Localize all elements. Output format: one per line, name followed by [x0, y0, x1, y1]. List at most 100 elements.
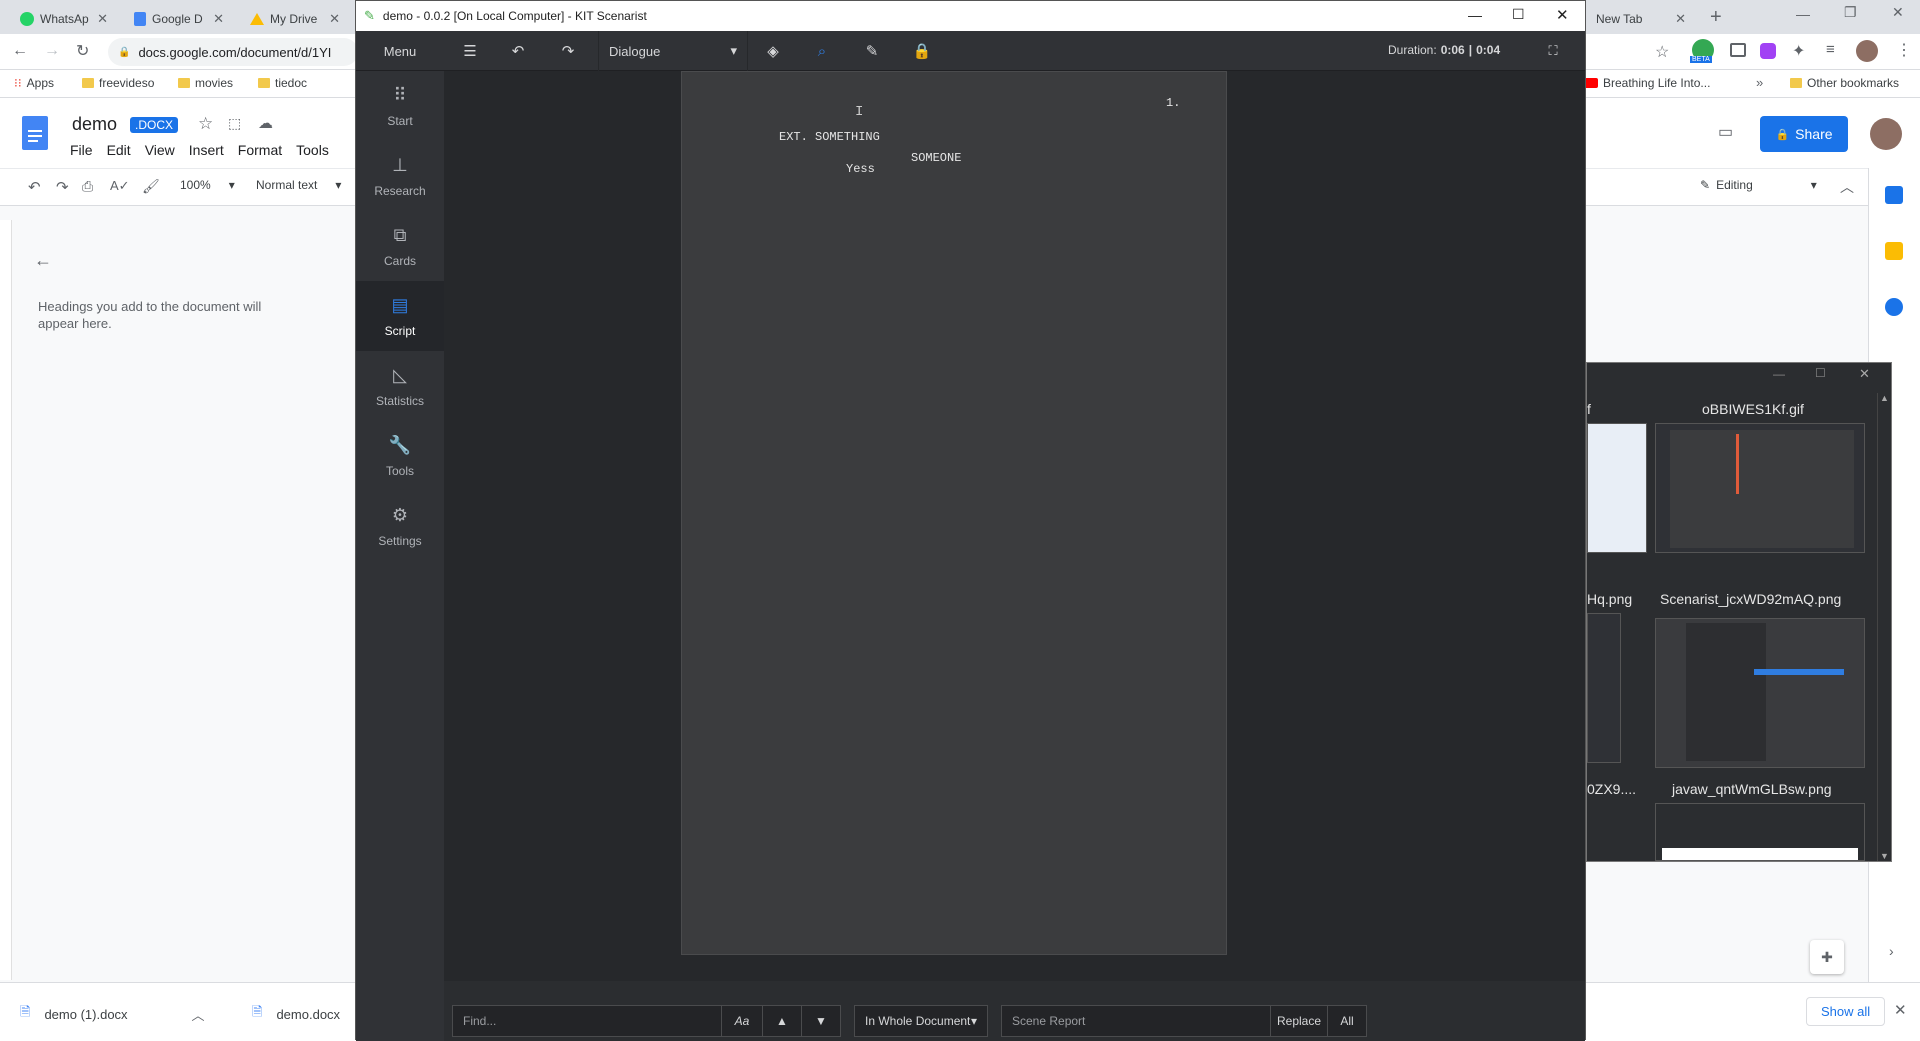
close-icon[interactable]: ✕: [1675, 11, 1686, 27]
list-icon[interactable]: ☰: [453, 37, 487, 65]
forward-icon[interactable]: →: [44, 42, 60, 60]
docs-logo-icon[interactable]: [22, 116, 48, 150]
editing-mode-select[interactable]: ✎ Editing ▾: [1700, 178, 1817, 192]
close-window-icon[interactable]: ✕: [1556, 6, 1569, 24]
menu-format[interactable]: Format: [238, 142, 282, 158]
block-type-select[interactable]: Dialogue ▾: [598, 31, 748, 71]
download-item[interactable]: 🗎 demo.docx: [252, 1003, 340, 1025]
close-window-icon[interactable]: ✕: [1892, 4, 1904, 21]
chevron-down-icon[interactable]: ▼: [1880, 851, 1889, 861]
scene-heading[interactable]: EXT. SOMETHING: [779, 130, 880, 144]
search-scope-select[interactable]: In Whole Document ▾: [854, 1005, 988, 1037]
close-window-icon[interactable]: ✕: [1859, 366, 1870, 382]
search-icon[interactable]: ⌕: [805, 37, 839, 65]
menu-insert[interactable]: Insert: [189, 142, 224, 158]
comment-icon[interactable]: ▭: [1718, 122, 1733, 142]
back-arrow-icon[interactable]: ←: [34, 250, 52, 271]
bookmark-freevideso[interactable]: freevideso: [82, 76, 154, 90]
character-name[interactable]: SOMEONE: [911, 151, 961, 165]
sidebar-item-statistics[interactable]: ◺ Statistics: [356, 351, 444, 421]
find-previous-icon[interactable]: ▲: [762, 1005, 802, 1037]
find-input[interactable]: Find...: [452, 1005, 722, 1037]
script-page[interactable]: 1. EXT. SOMETHING SOMEONE Yess I: [681, 71, 1227, 955]
minimize-icon[interactable]: —: [1773, 367, 1785, 381]
bookmark-tiedoc[interactable]: tiedoc: [258, 76, 307, 90]
tab-whatsapp[interactable]: WhatsAp ✕: [10, 4, 118, 34]
replace-input[interactable]: Scene Report: [1001, 1005, 1271, 1037]
bookmark-other[interactable]: Other bookmarks: [1790, 76, 1899, 90]
spellcheck-icon[interactable]: A✓: [110, 178, 130, 194]
tab-my-drive[interactable]: My Drive ✕: [240, 4, 350, 34]
tab-new-tab[interactable]: New Tab ✕: [1586, 4, 1696, 34]
chevron-right-icon[interactable]: ›: [1889, 943, 1894, 959]
scrollbar[interactable]: ▲ ▼: [1877, 393, 1891, 861]
tab-google-docs[interactable]: Google D ✕: [124, 4, 234, 34]
menu-edit[interactable]: Edit: [107, 142, 131, 158]
chevron-right-icon[interactable]: »: [1756, 75, 1763, 90]
replace-all-button[interactable]: All: [1327, 1005, 1367, 1037]
menu-tools[interactable]: Tools: [296, 142, 329, 158]
sidebar-item-script[interactable]: ▤ Script: [356, 281, 444, 351]
reload-icon[interactable]: ↻: [76, 41, 89, 61]
sidebar-item-cards[interactable]: ⧉ Cards: [356, 211, 444, 281]
thumbnail-image[interactable]: [1655, 803, 1865, 861]
menu-button[interactable]: Menu: [356, 31, 444, 71]
bookmark-youtube[interactable]: Breathing Life Into...: [1584, 76, 1710, 90]
paint-format-icon[interactable]: 🖌: [142, 178, 160, 195]
new-tab-icon[interactable]: +: [1710, 6, 1722, 29]
match-case-button[interactable]: Aa: [721, 1005, 763, 1037]
move-folder-icon[interactable]: ⬚: [228, 115, 241, 132]
show-all-button[interactable]: Show all: [1806, 997, 1886, 1026]
sidebar-item-tools[interactable]: 🔧 Tools: [356, 421, 444, 491]
explore-icon[interactable]: ✚: [1810, 940, 1844, 974]
close-icon[interactable]: ✕: [1894, 1001, 1907, 1019]
redo-icon[interactable]: ↷: [56, 178, 69, 196]
keep-icon[interactable]: [1885, 242, 1903, 260]
chevron-up-icon[interactable]: ︿: [192, 1005, 205, 1024]
sidebar-item-settings[interactable]: ⚙ Settings: [356, 491, 444, 561]
close-icon[interactable]: ✕: [97, 11, 108, 27]
star-icon[interactable]: ☆: [198, 114, 213, 134]
menu-view[interactable]: View: [145, 142, 175, 158]
lock-icon[interactable]: 🔒: [905, 37, 939, 65]
thumbnail-image[interactable]: [1655, 423, 1865, 553]
menu-file[interactable]: File: [70, 142, 93, 158]
find-next-icon[interactable]: ▼: [801, 1005, 841, 1037]
pencil-icon[interactable]: ✎: [855, 37, 889, 65]
close-icon[interactable]: ✕: [329, 11, 340, 27]
sidebar-item-research[interactable]: ⊥ Research: [356, 141, 444, 211]
avatar[interactable]: [1856, 40, 1878, 62]
puzzle-icon[interactable]: ✦: [1792, 41, 1805, 61]
close-icon[interactable]: ✕: [213, 11, 224, 27]
extension-icon[interactable]: [1730, 43, 1746, 57]
script-editor[interactable]: 1. EXT. SOMETHING SOMEONE Yess I: [444, 71, 1585, 981]
replace-button[interactable]: Replace: [1270, 1005, 1328, 1037]
fullscreen-icon[interactable]: ⛶: [1536, 37, 1570, 65]
media-icon[interactable]: ≡: [1826, 41, 1835, 58]
thumbnail-image[interactable]: [1655, 618, 1865, 768]
tasks-icon[interactable]: [1885, 298, 1903, 316]
style-select[interactable]: Normal text ▾: [256, 178, 341, 192]
back-icon[interactable]: ←: [12, 42, 28, 60]
url-field[interactable]: 🔒 docs.google.com/document/d/1YI: [108, 38, 358, 66]
chevron-up-icon[interactable]: ▲: [1880, 393, 1889, 403]
minimize-icon[interactable]: —: [1796, 6, 1810, 22]
layers-icon[interactable]: ◈: [756, 37, 790, 65]
calendar-icon[interactable]: [1885, 186, 1903, 204]
maximize-icon[interactable]: ☐: [1512, 6, 1525, 23]
print-icon[interactable]: ⎙: [82, 178, 93, 195]
undo-icon[interactable]: ↶: [501, 37, 535, 65]
maximize-icon[interactable]: ☐: [1815, 366, 1826, 380]
thumbnail-image[interactable]: [1587, 423, 1647, 553]
minimize-icon[interactable]: —: [1468, 7, 1482, 23]
chevron-up-icon[interactable]: ︿: [1840, 177, 1854, 197]
undo-icon[interactable]: ↶: [28, 178, 41, 196]
more-vert-icon[interactable]: ⋮: [1896, 40, 1912, 60]
share-button[interactable]: 🔒 Share: [1760, 116, 1848, 152]
sidebar-item-start[interactable]: ⠿ Start: [356, 71, 444, 141]
star-icon[interactable]: ☆: [1655, 42, 1669, 62]
zoom-select[interactable]: 100% ▾: [180, 178, 235, 192]
download-item[interactable]: 🗎 demo (1).docx ︿: [20, 1003, 205, 1025]
restore-icon[interactable]: ❐: [1844, 4, 1857, 21]
bookmark-apps[interactable]: ⁝⁝ Apps: [14, 76, 54, 90]
